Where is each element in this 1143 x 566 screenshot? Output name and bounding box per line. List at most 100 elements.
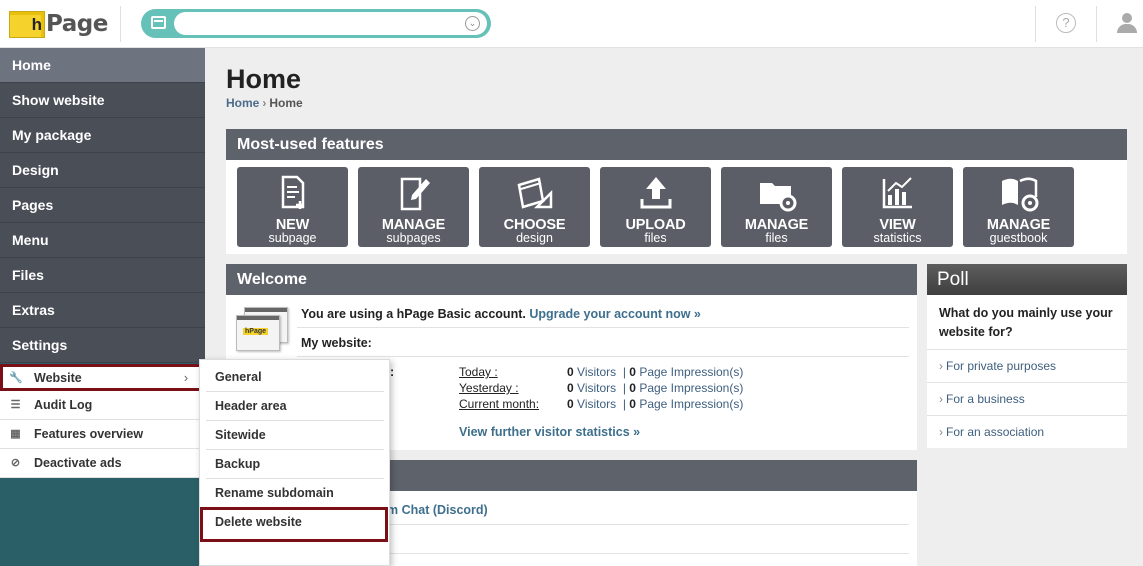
grid-icon: ▦ — [10, 428, 21, 440]
sidebar-item-my-package[interactable]: My package — [0, 118, 205, 153]
breadcrumb: Home › Home — [226, 96, 303, 110]
feature-view-statistics[interactable]: VIEW statistics — [842, 167, 953, 247]
discord-chat-link[interactable]: m Chat (Discord) — [387, 503, 488, 517]
edit-page-icon — [358, 171, 469, 215]
feature-manage-guestbook[interactable]: MANAGE guestbook — [963, 167, 1074, 247]
poll-option-business[interactable]: › For a business — [927, 382, 1127, 415]
poll-option-label: For a business — [946, 392, 1025, 406]
sidebar: Home Show website My package Design Page… — [0, 48, 205, 566]
submenu-item-deactivate-ads[interactable]: ⊘ Deactivate ads — [0, 449, 205, 478]
feature-title: NEW — [275, 217, 310, 233]
feature-subtitle: files — [765, 231, 788, 245]
poll-question: What do you mainly use your website for? — [939, 306, 1113, 339]
impressions-label: Page Impression(s) — [639, 397, 744, 411]
stat-values: 0 Visitors | 0 Page Impression(s) — [567, 397, 744, 411]
user-icon-head — [1122, 13, 1132, 23]
flyout-item-backup[interactable]: Backup — [206, 450, 384, 479]
feature-upload-files[interactable]: UPLOAD files — [600, 167, 711, 247]
chevron-down-icon[interactable]: ⌄ — [465, 16, 480, 31]
further-statistics-link[interactable]: View further visitor statistics » — [459, 425, 640, 439]
flyout-item-sitewide[interactable]: Sitewide — [206, 421, 384, 450]
submenu-item-label: Deactivate ads — [34, 456, 122, 470]
feature-subtitle: design — [516, 231, 553, 245]
submenu-item-features-overview[interactable]: ▦ Features overview — [0, 420, 205, 449]
poll-option-association[interactable]: › For an association — [927, 415, 1127, 448]
thumb-logo: hPage — [243, 328, 269, 335]
new-page-icon — [237, 171, 348, 215]
divider — [297, 356, 909, 357]
logo-text: Page — [46, 11, 108, 37]
divider — [1096, 6, 1097, 42]
logo-box: h — [9, 10, 45, 38]
design-icon — [479, 171, 590, 215]
feature-manage-subpages[interactable]: MANAGE subpages — [358, 167, 469, 247]
features-panel: NEW subpage MANAGE subpages CHOOSE desig… — [226, 160, 1127, 254]
feature-manage-files[interactable]: MANAGE files — [721, 167, 832, 247]
feature-subtitle: guestbook — [989, 231, 1048, 245]
feature-title: MANAGE — [744, 217, 809, 233]
submenu-item-label: Audit Log — [34, 398, 93, 412]
flyout-item-rename-subdomain[interactable]: Rename subdomain — [206, 479, 384, 508]
visitors-label: Visitors — [577, 397, 617, 411]
visitors-count: 0 — [567, 381, 574, 395]
breadcrumb-separator: › — [262, 96, 267, 110]
flyout-item-delete-website[interactable]: Delete website — [200, 507, 388, 542]
visitors-label: Visitors — [577, 381, 617, 395]
hpage-logo[interactable]: h Page — [9, 9, 108, 39]
poll-option-private[interactable]: › For private purposes — [927, 349, 1127, 382]
divider — [1035, 6, 1036, 42]
feature-title: CHOOSE — [503, 217, 566, 233]
user-icon[interactable] — [1116, 13, 1138, 35]
stat-values: 0 Visitors | 0 Page Impression(s) — [567, 365, 744, 379]
flyout-item-general[interactable]: General — [206, 363, 384, 392]
stat-label[interactable]: Current month: — [459, 397, 539, 411]
submenu-item-label: Features overview — [34, 427, 144, 441]
sidebar-main-nav: Home Show website My package Design Page… — [0, 48, 205, 363]
feature-new-subpage[interactable]: NEW subpage — [237, 167, 348, 247]
welcome-heading: Welcome — [226, 264, 917, 295]
chevron-right-icon: › — [939, 359, 943, 373]
flyout-item-header-area[interactable]: Header area — [206, 392, 384, 421]
feature-choose-design[interactable]: CHOOSE design — [479, 167, 590, 247]
top-bar: h Page ⌄ ? — [0, 0, 1143, 48]
help-icon[interactable]: ? — [1056, 13, 1076, 33]
stat-label[interactable]: Yesterday : — [459, 381, 519, 395]
chevron-right-icon: › — [939, 392, 943, 406]
wrench-icon: 🔧 — [9, 372, 23, 384]
logo-letter: h — [31, 14, 42, 34]
sidebar-item-settings[interactable]: Settings — [0, 328, 205, 363]
sidebar-item-files[interactable]: Files — [0, 258, 205, 293]
window-icon[interactable] — [151, 16, 166, 29]
submenu-item-website[interactable]: 🔧 Website › — [0, 364, 205, 391]
sidebar-item-show-website[interactable]: Show website — [0, 83, 205, 118]
sidebar-item-design[interactable]: Design — [0, 153, 205, 188]
poll-option-label: For private purposes — [946, 359, 1057, 373]
visitors-count: 0 — [567, 397, 574, 411]
block-icon: ⊘ — [10, 457, 21, 469]
breadcrumb-link-home[interactable]: Home — [226, 96, 259, 110]
submenu-item-audit-log[interactable]: ☰ Audit Log — [0, 391, 205, 420]
my-website-label: My website: — [301, 336, 372, 350]
sidebar-item-pages[interactable]: Pages — [0, 188, 205, 223]
impressions-count: 0 — [629, 365, 636, 379]
visitors-label: Visitors — [577, 365, 617, 379]
folder-gear-icon — [721, 171, 832, 215]
thumb-page-front: hPage — [236, 315, 280, 351]
upgrade-account-link[interactable]: Upgrade your account now » — [529, 307, 701, 321]
user-icon-body — [1117, 24, 1137, 33]
upload-icon — [600, 171, 711, 215]
search-bar: ⌄ — [141, 9, 491, 38]
feature-title: MANAGE — [986, 217, 1051, 233]
breadcrumb-current: Home — [269, 96, 303, 110]
feature-title: VIEW — [879, 217, 916, 233]
impressions-label: Page Impression(s) — [639, 365, 744, 379]
stat-label[interactable]: Today : — [459, 365, 498, 379]
page-title: Home — [226, 64, 302, 94]
sidebar-item-extras[interactable]: Extras — [0, 293, 205, 328]
search-input[interactable] — [174, 12, 487, 35]
submenu-item-label: Website — [34, 371, 82, 385]
sidebar-item-home[interactable]: Home — [0, 48, 205, 83]
list-icon: ☰ — [10, 399, 21, 411]
sidebar-item-menu[interactable]: Menu — [0, 223, 205, 258]
feature-title: UPLOAD — [625, 217, 686, 233]
